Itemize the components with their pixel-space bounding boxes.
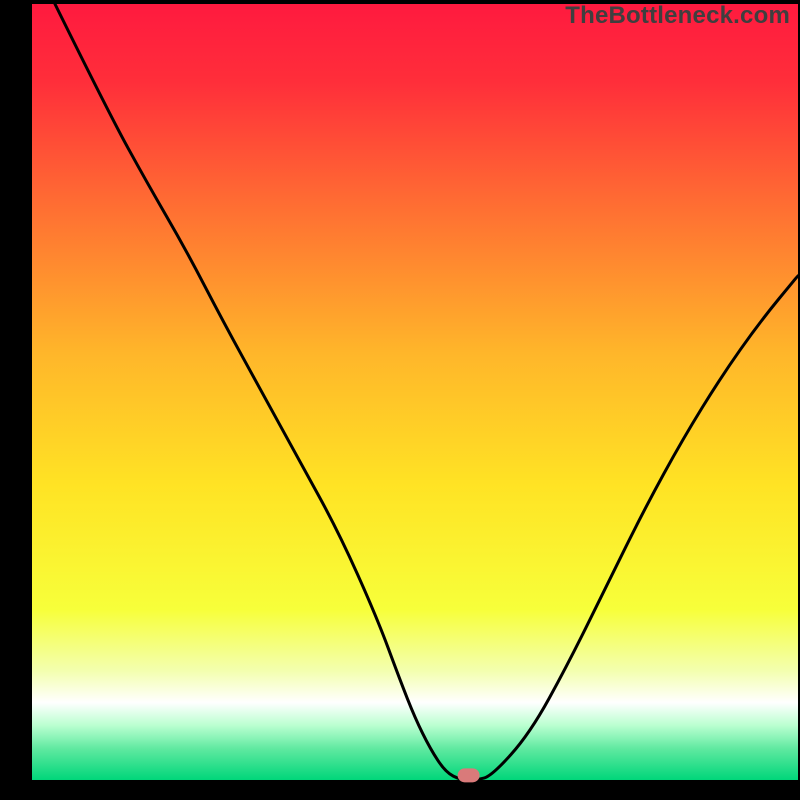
bottleneck-chart: TheBottleneck.com <box>0 0 800 800</box>
plot-background <box>32 4 798 780</box>
chart-svg <box>0 0 800 800</box>
watermark-label: TheBottleneck.com <box>565 2 790 30</box>
optimal-point-marker <box>458 768 480 782</box>
